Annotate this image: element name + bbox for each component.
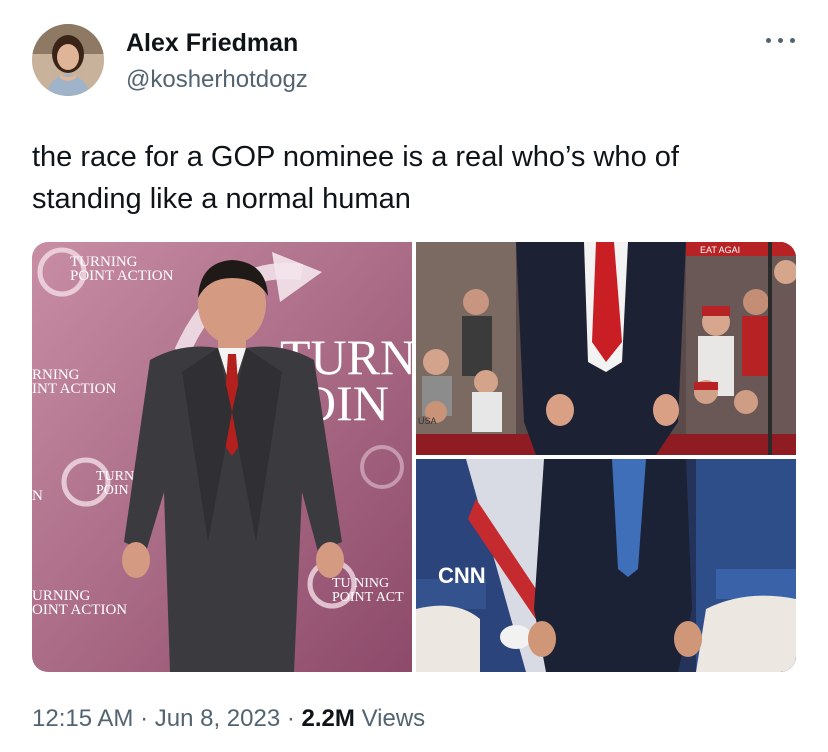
tweet-date[interactable]: Jun 8, 2023 — [155, 705, 280, 732]
sign-n: N — [32, 488, 43, 504]
more-horizontal-icon[interactable] — [764, 30, 798, 50]
sign-turn: TURN — [96, 469, 134, 484]
author-handle[interactable]: @kosherhotdogz — [126, 66, 308, 94]
sign-point-action: POINT ACTION — [70, 268, 174, 284]
views-count: 2.2M — [301, 705, 355, 732]
sign-tu-ning: TU NING — [332, 576, 389, 591]
cnn-logo: CNN — [438, 563, 486, 588]
avatar[interactable] — [32, 24, 104, 96]
author-name[interactable]: Alex Friedman — [126, 29, 298, 58]
avatar-image — [32, 24, 104, 96]
sign-eat-agai: EAT AGAI — [700, 245, 740, 255]
meta-separator: · — [286, 705, 295, 732]
meta-separator: · — [140, 705, 149, 732]
tweet-time[interactable]: 12:15 AM — [32, 705, 133, 732]
sign-int-action: INT ACTION — [32, 381, 116, 397]
photo-left[interactable]: TURNING POINT ACTION RNING INT ACTION TU… — [32, 242, 412, 672]
media-grid[interactable]: TURNING POINT ACTION RNING INT ACTION TU… — [32, 242, 796, 672]
sign-point-act: POINT ACT — [332, 590, 404, 605]
sign-oint-action: OINT ACTION — [32, 602, 127, 618]
photo-bottom-right[interactable]: CNN — [416, 459, 796, 672]
views-label: Views — [361, 705, 426, 732]
sign-poin: POIN — [96, 483, 129, 498]
tweet-meta: 12:15 AM · Jun 8, 2023 · 2.2M Views — [32, 705, 425, 733]
sign-usa: USA — [418, 416, 437, 426]
photo-top-right[interactable]: EAT AGAI USA — [416, 242, 796, 455]
tweet-text: the race for a GOP nominee is a real who… — [32, 141, 679, 215]
